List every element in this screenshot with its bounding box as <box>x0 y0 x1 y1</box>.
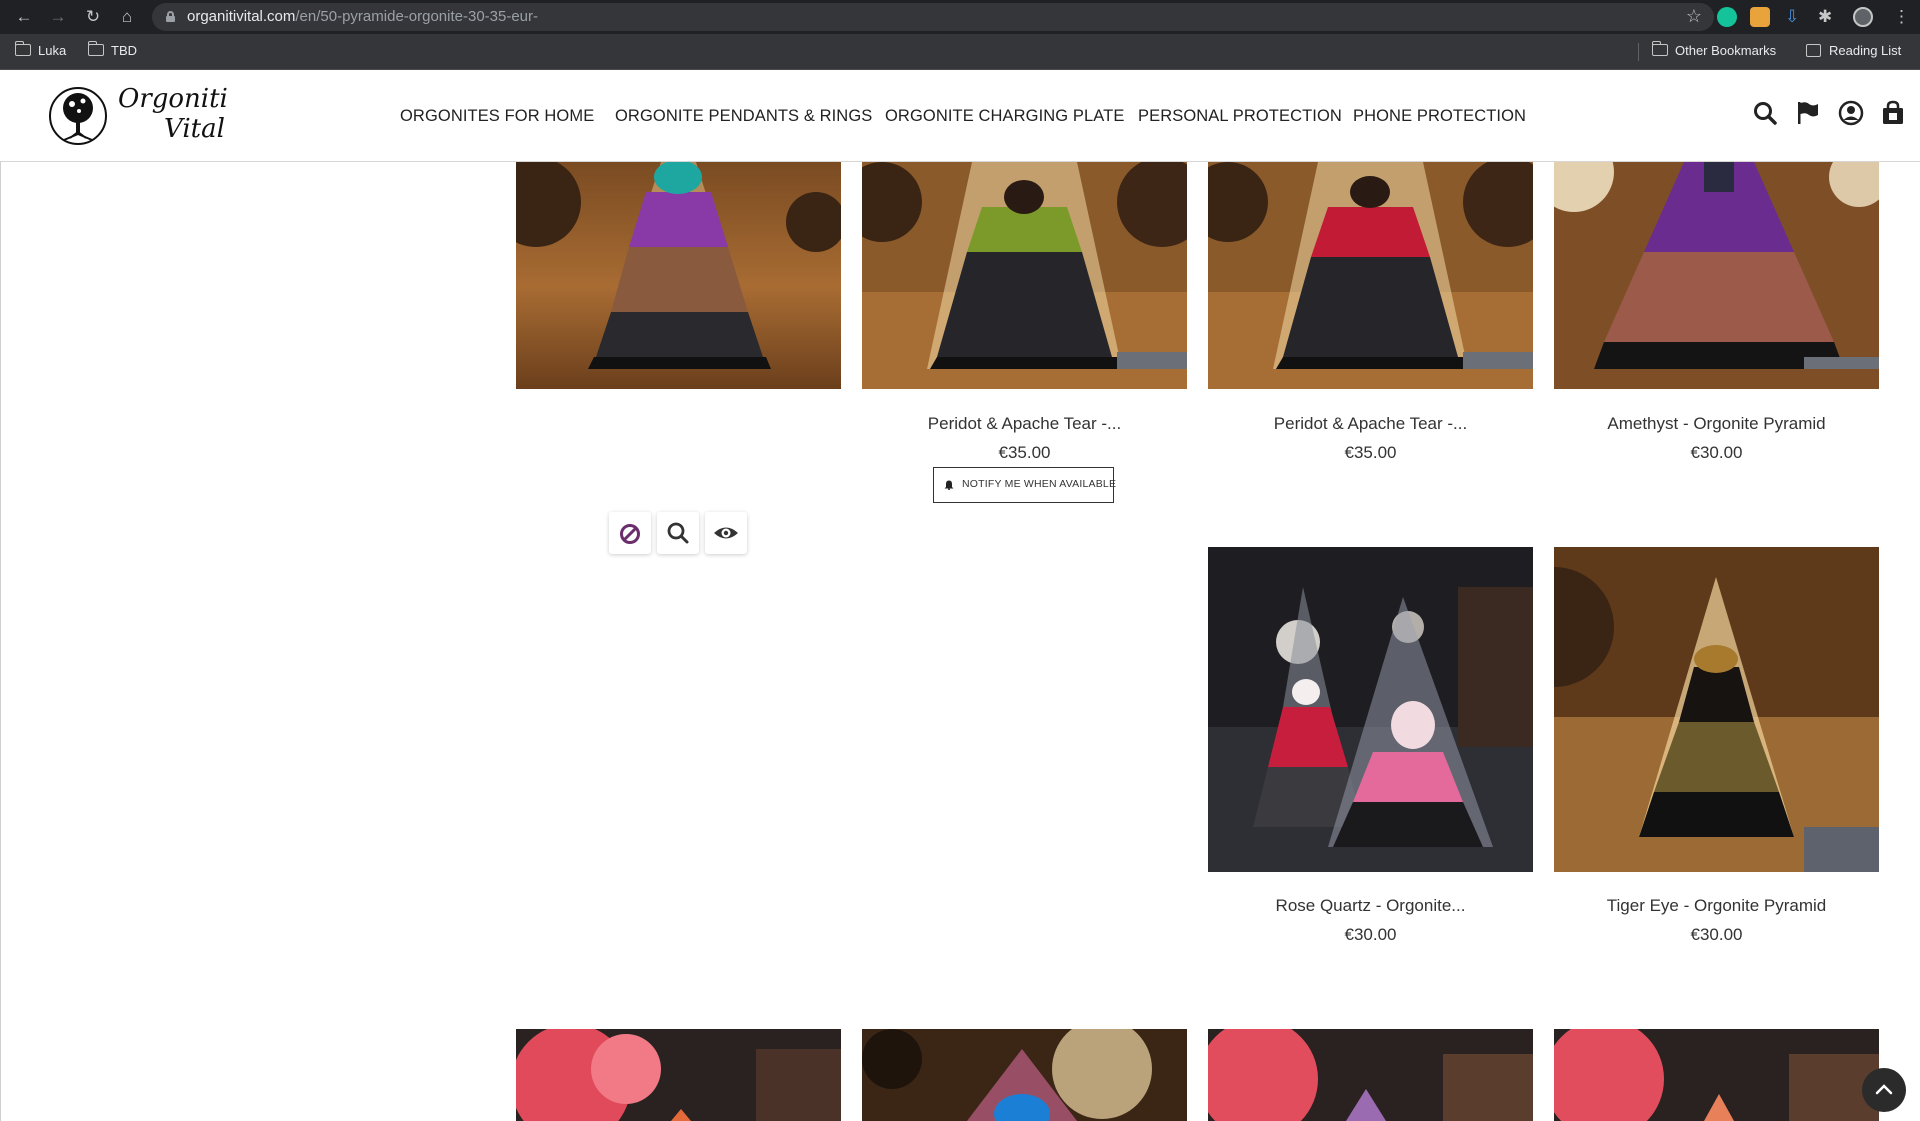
extension-icon[interactable] <box>1750 7 1770 27</box>
product-image[interactable] <box>516 162 841 389</box>
menu-personal-protection[interactable]: PERSONAL PROTECTION <box>1138 70 1342 162</box>
quick-search-button[interactable] <box>657 512 699 554</box>
menu-orgonite-pendants-rings[interactable]: ORGONITE PENDANTS & RINGS <box>615 70 872 162</box>
bookmark-label: TBD <box>111 43 137 58</box>
product-image[interactable] <box>1554 162 1879 389</box>
bookmark-folder-tbd[interactable]: TBD <box>87 34 137 68</box>
tree-of-life-logo-icon[interactable] <box>48 86 108 146</box>
logo-line2: Vital <box>164 114 225 144</box>
download-icon[interactable]: ⇩ <box>1785 6 1799 28</box>
browser-toolbar: ← → ↻ ⌂ organitivital.com/en/50-pyramide… <box>0 0 1920 34</box>
bookmark-star-icon[interactable]: ☆ <box>1686 6 1702 27</box>
product-price: €35.00 <box>1344 443 1397 462</box>
menu-orgonites-for-home[interactable]: ORGONITES FOR HOME <box>400 70 594 162</box>
reading-list-icon <box>1806 44 1821 57</box>
url-text[interactable]: organitivital.com/en/50-pyramide-orgonit… <box>187 3 538 31</box>
unavailable-icon <box>620 524 640 544</box>
bookmark-folder-luka[interactable]: Luka <box>14 34 67 68</box>
product-image[interactable] <box>516 1029 841 1121</box>
product-name[interactable]: Tiger Eye - Orgonite Pyramid <box>1554 896 1879 916</box>
product-image[interactable] <box>1554 1029 1879 1121</box>
bookmark-label: Luka <box>38 43 67 58</box>
notify-label: NOTIFY ME WHEN AVAILABLE <box>962 478 1117 490</box>
product-name[interactable]: Rose Quartz - Orgonite... <box>1208 896 1533 916</box>
reading-list[interactable]: Reading List <box>1806 34 1901 68</box>
folder-icon <box>87 41 104 56</box>
product-image[interactable] <box>1208 1029 1533 1121</box>
quick-view-button[interactable] <box>705 512 747 554</box>
product-listing: Peridot & Apache Tear -... €35.00 Perido… <box>0 162 1920 1121</box>
menu-orgonite-charging-plate[interactable]: ORGONITE CHARGING PLATE <box>885 70 1124 162</box>
eye-icon <box>714 527 738 539</box>
product-image[interactable] <box>1554 547 1879 872</box>
forward-arrow-icon[interactable]: → <box>47 6 69 28</box>
folder-icon <box>1651 41 1668 56</box>
chevron-up-icon <box>1875 1084 1893 1095</box>
search-icon <box>667 522 689 544</box>
url-path: /en/50-pyramide-orgonite-30-35-eur- <box>295 8 539 25</box>
product-image[interactable] <box>1208 162 1533 389</box>
product-image[interactable] <box>862 162 1187 389</box>
product-name[interactable]: Amethyst - Orgonite Pyramid <box>1554 414 1879 434</box>
product-price: €30.00 <box>1690 925 1743 944</box>
logo-line1: Orgoniti <box>118 84 228 114</box>
site-logo[interactable]: Orgoniti Vital <box>118 84 228 144</box>
user-account-icon[interactable] <box>1838 100 1864 126</box>
product-price: €30.00 <box>1344 925 1397 944</box>
url-host: organitivital.com <box>187 8 296 25</box>
home-icon[interactable]: ⌂ <box>116 6 138 28</box>
puzzle-extensions-icon[interactable]: ✱ <box>1818 6 1832 28</box>
back-arrow-icon[interactable]: ← <box>13 6 35 28</box>
product-name[interactable]: Peridot & Apache Tear -... <box>862 414 1187 434</box>
lock-icon <box>166 11 175 22</box>
flag-icon[interactable] <box>1795 100 1821 126</box>
shopping-bag-icon[interactable] <box>1880 100 1906 126</box>
other-bookmarks[interactable]: Other Bookmarks <box>1651 34 1777 68</box>
product-image[interactable] <box>862 1029 1187 1121</box>
product-price: €35.00 <box>998 443 1051 462</box>
product-name[interactable]: Peridot & Apache Tear -... <box>1208 414 1533 434</box>
grammarly-extension-icon[interactable] <box>1717 7 1737 27</box>
site-header: Orgoniti Vital ORGONITES FOR HOME ORGONI… <box>0 70 1920 162</box>
folder-icon <box>14 41 31 56</box>
profile-avatar-icon[interactable] <box>1853 7 1873 27</box>
address-bar[interactable]: organitivital.com/en/50-pyramide-orgonit… <box>152 3 1714 31</box>
search-icon[interactable] <box>1752 100 1778 126</box>
bookmarks-separator <box>1638 43 1639 61</box>
product-image[interactable] <box>1208 547 1533 872</box>
reload-icon[interactable]: ↻ <box>82 6 104 28</box>
menu-phone-protection[interactable]: PHONE PROTECTION <box>1353 70 1526 162</box>
bell-icon <box>944 480 954 490</box>
reading-list-label: Reading List <box>1829 43 1902 58</box>
bookmarks-bar: Luka TBD Other Bookmarks Reading List <box>0 34 1920 70</box>
menu-kebab-icon[interactable]: ⋮ <box>1893 6 1910 28</box>
back-to-top-button[interactable] <box>1862 1068 1906 1112</box>
product-price: €30.00 <box>1690 443 1743 462</box>
unavailable-button[interactable] <box>609 512 651 554</box>
other-bookmarks-label: Other Bookmarks <box>1675 43 1777 58</box>
notify-me-button[interactable]: NOTIFY ME WHEN AVAILABLE <box>933 467 1117 503</box>
column-divider <box>0 162 1 1121</box>
